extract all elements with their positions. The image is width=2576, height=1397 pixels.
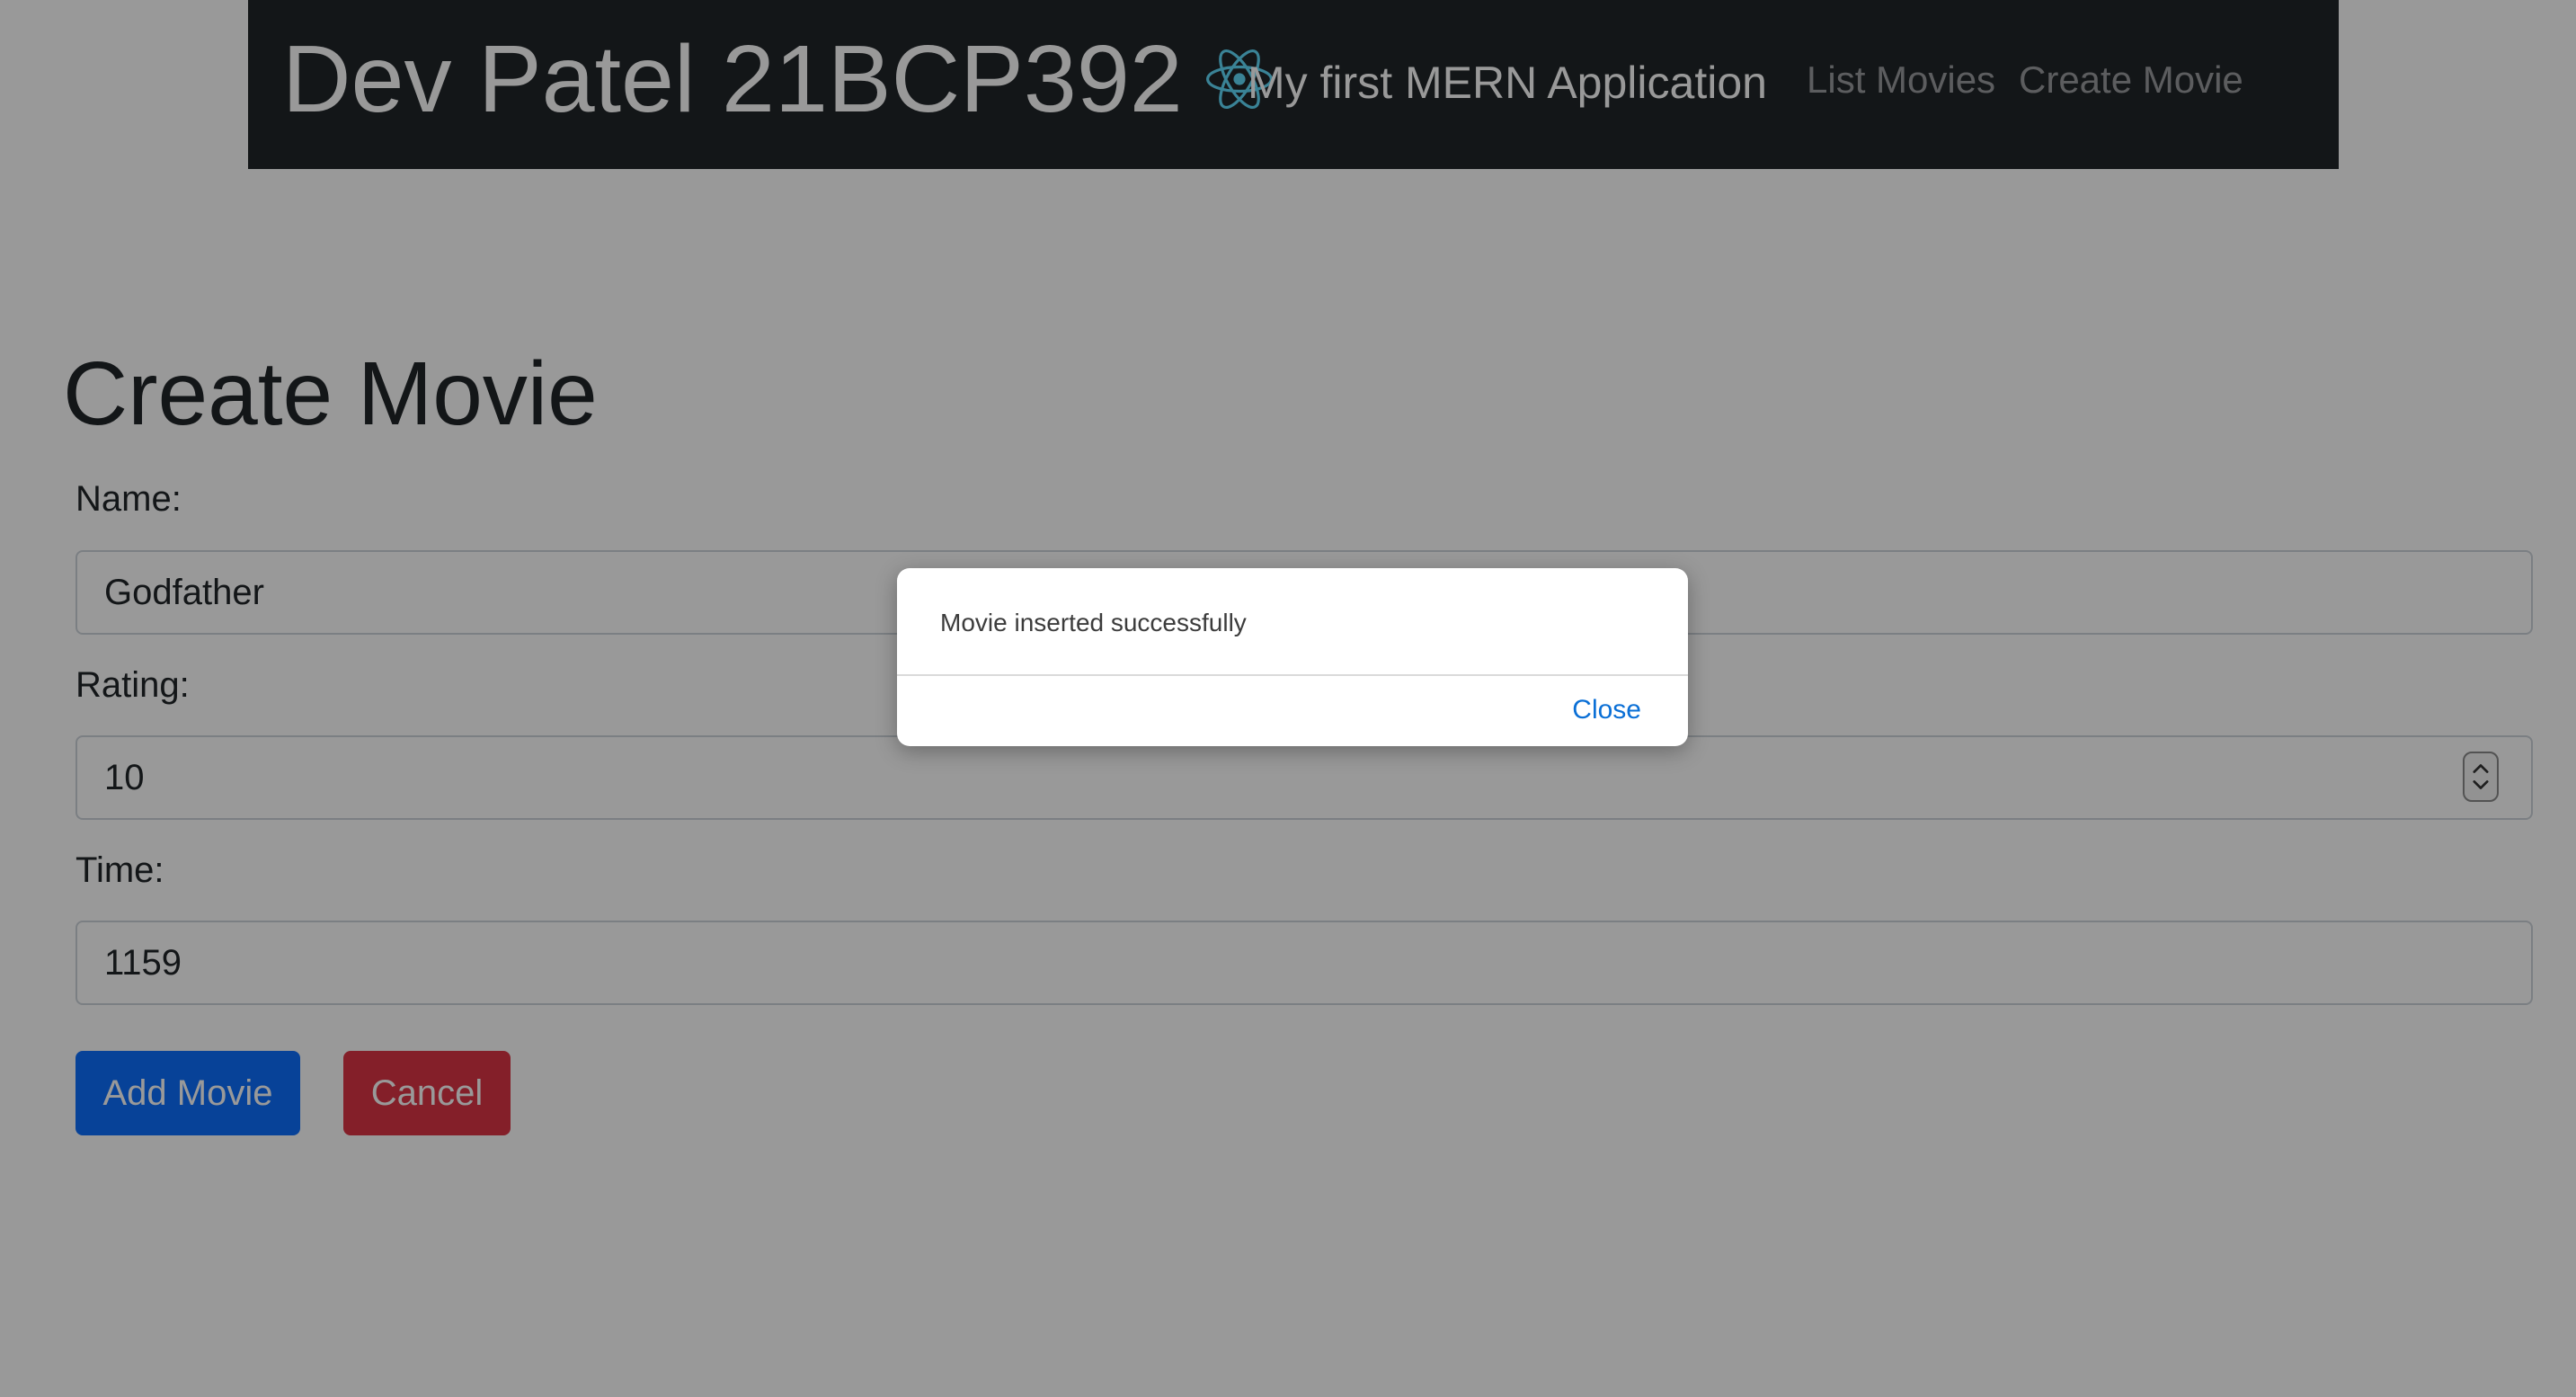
dialog-message: Movie inserted successfully — [940, 609, 1247, 636]
dialog-close-button[interactable]: Close — [1572, 694, 1641, 726]
alert-dialog: Movie inserted successfully Close — [897, 568, 1688, 746]
dialog-divider — [897, 674, 1688, 676]
